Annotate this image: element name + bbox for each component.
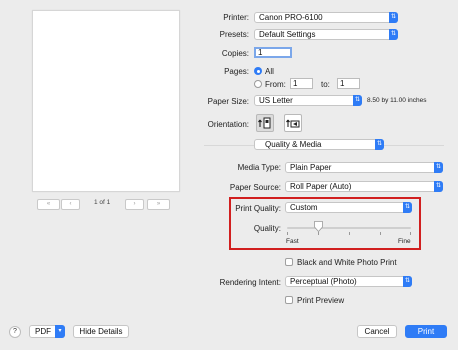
first-page-button[interactable]: «	[37, 199, 60, 210]
page-counter: 1 of 1	[94, 199, 111, 206]
slider-tick	[318, 232, 319, 235]
rendering-intent-value: Perceptual (Photo)	[290, 277, 357, 286]
rendering-intent-label: Rendering Intent:	[219, 278, 281, 287]
presets-value: Default Settings	[259, 30, 316, 39]
print-quality-popup[interactable]: Custom ⇅	[285, 202, 412, 213]
presets-label: Presets:	[219, 30, 249, 39]
next-page-button[interactable]: ›	[125, 199, 144, 210]
orientation-label: Orientation:	[207, 120, 249, 129]
pages-to-field[interactable]: 1	[337, 78, 360, 89]
pdf-label: PDF	[35, 327, 51, 336]
chevron-down-icon: ▾	[55, 325, 65, 338]
pages-from-label: From:	[265, 80, 286, 89]
last-page-icon: »	[156, 201, 161, 207]
chevron-updown-icon: ⇅	[434, 181, 443, 192]
landscape-icon	[286, 119, 300, 128]
panel-value: Quality & Media	[265, 140, 322, 149]
next-page-icon: ›	[133, 201, 136, 207]
help-icon: ?	[13, 328, 17, 335]
copies-field[interactable]: 1	[254, 47, 292, 58]
pages-from-field[interactable]: 1	[290, 78, 313, 89]
chevron-updown-icon: ⇅	[434, 162, 443, 173]
chevron-updown-icon: ⇅	[403, 276, 412, 287]
media-type-value: Plain Paper	[290, 163, 332, 172]
help-button[interactable]: ?	[9, 326, 21, 338]
print-button[interactable]: Print	[405, 325, 447, 338]
paper-source-value: Roll Paper (Auto)	[290, 182, 352, 191]
slider-tick	[349, 232, 350, 235]
print-quality-label: Print Quality:	[235, 204, 281, 213]
paper-size-popup[interactable]: US Letter ⇅	[254, 95, 362, 106]
rendering-intent-popup[interactable]: Perceptual (Photo) ⇅	[285, 276, 412, 287]
pdf-menu-button[interactable]: PDF ▾	[29, 325, 65, 338]
printer-popup[interactable]: Canon PRO-6100 ⇅	[254, 12, 398, 23]
chevron-updown-icon: ⇅	[375, 139, 384, 150]
chevron-updown-icon: ⇅	[403, 202, 412, 213]
slider-tick	[410, 232, 411, 235]
print-quality-value: Custom	[290, 203, 318, 212]
bw-photo-checkbox[interactable]	[285, 258, 293, 266]
printer-label: Printer:	[223, 13, 249, 22]
previous-page-icon: ‹	[69, 201, 72, 207]
copies-label: Copies:	[221, 49, 249, 58]
previous-page-button[interactable]: ‹	[61, 199, 80, 210]
chevron-updown-icon: ⇅	[389, 12, 398, 23]
quality-max-label: Fine	[398, 238, 411, 245]
slider-tick	[287, 232, 288, 235]
quality-slider-track[interactable]	[287, 227, 411, 229]
hide-details-button[interactable]: Hide Details	[73, 325, 129, 338]
media-type-label: Media Type:	[237, 163, 281, 172]
orientation-landscape-button[interactable]	[284, 114, 302, 132]
pages-to-label: to:	[321, 80, 330, 89]
page-preview	[32, 10, 180, 192]
last-page-button[interactable]: »	[147, 199, 170, 210]
presets-popup[interactable]: Default Settings ⇅	[254, 29, 398, 40]
bw-photo-label: Black and White Photo Print	[297, 258, 397, 267]
portrait-icon	[258, 117, 271, 129]
pages-from-radio[interactable]	[254, 80, 262, 88]
paper-source-label: Paper Source:	[229, 183, 281, 192]
pages-all-label: All	[265, 67, 274, 76]
slider-tick	[380, 232, 381, 235]
paper-size-value: US Letter	[259, 96, 293, 105]
pages-all-radio[interactable]	[254, 67, 262, 75]
paper-size-dimensions: 8.50 by 11.00 inches	[367, 97, 427, 104]
cancel-button[interactable]: Cancel	[357, 325, 397, 338]
paper-size-label: Paper Size:	[207, 97, 249, 106]
quality-slider-knob[interactable]	[313, 221, 323, 232]
chevron-updown-icon: ⇅	[389, 29, 398, 40]
print-preview-checkbox[interactable]	[285, 296, 293, 304]
orientation-portrait-button[interactable]	[256, 114, 274, 132]
chevron-updown-icon: ⇅	[353, 95, 362, 106]
quality-label: Quality:	[253, 224, 281, 233]
paper-source-popup[interactable]: Roll Paper (Auto) ⇅	[285, 181, 443, 192]
panel-popup[interactable]: Quality & Media ⇅	[254, 139, 384, 150]
printer-value: Canon PRO-6100	[259, 13, 323, 22]
media-type-popup[interactable]: Plain Paper ⇅	[285, 162, 443, 173]
print-preview-label: Print Preview	[297, 296, 345, 305]
quality-min-label: Fast	[286, 238, 299, 245]
first-page-icon: «	[46, 201, 51, 207]
pages-label: Pages:	[224, 67, 249, 76]
